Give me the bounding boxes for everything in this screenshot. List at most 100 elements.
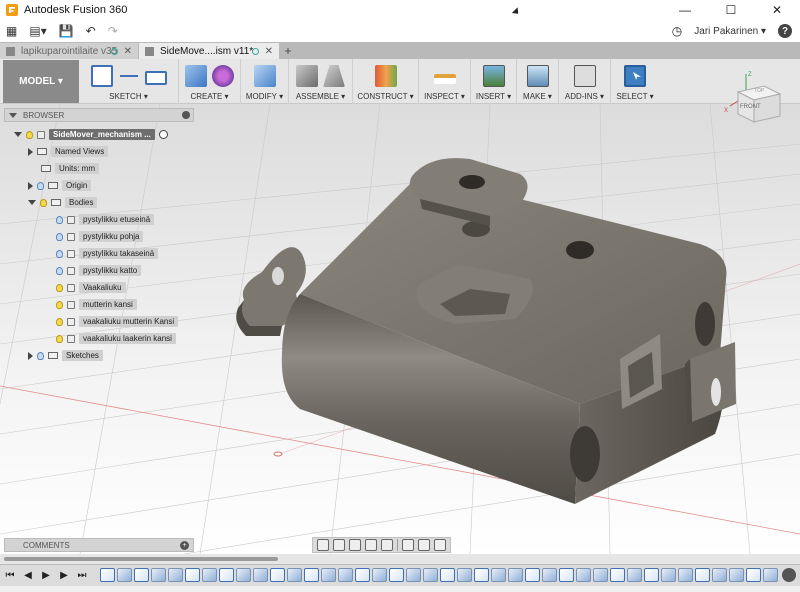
expand-icon[interactable] xyxy=(28,200,36,205)
offset-plane-icon[interactable] xyxy=(374,65,397,87)
form-icon[interactable] xyxy=(212,65,234,87)
timeline-feature[interactable] xyxy=(355,568,370,582)
timeline-feature[interactable] xyxy=(423,568,438,582)
visibility-bulb-icon[interactable] xyxy=(37,181,44,190)
modify-menu[interactable]: MODIFY ▾ xyxy=(246,92,283,101)
step-forward-icon[interactable]: ▶ xyxy=(56,568,72,584)
user-account-menu[interactable]: Jari Pakarinen ▾ xyxy=(694,26,766,37)
collapse-chevron-icon[interactable] xyxy=(9,112,17,118)
pan-hand-icon[interactable] xyxy=(349,539,361,551)
sketch-menu[interactable]: SKETCH ▾ xyxy=(109,92,148,101)
timeline-feature[interactable] xyxy=(457,568,472,582)
timeline-feature[interactable] xyxy=(406,568,421,582)
line-icon[interactable] xyxy=(118,65,140,87)
timeline-feature[interactable] xyxy=(729,568,744,582)
tree-origin[interactable]: Origin xyxy=(28,179,92,192)
timeline-feature[interactable] xyxy=(576,568,591,582)
save-button[interactable]: 💾 xyxy=(53,20,80,42)
comments-panel[interactable]: COMMENTS + xyxy=(4,538,194,552)
timeline-feature[interactable] xyxy=(236,568,251,582)
redo-button[interactable]: ↷ xyxy=(102,20,124,42)
timeline-feature[interactable] xyxy=(185,568,200,582)
tree-named-views[interactable]: Named Views xyxy=(28,145,109,158)
create-sketch-icon[interactable] xyxy=(90,65,113,87)
timeline-feature[interactable] xyxy=(525,568,540,582)
timeline-feature[interactable] xyxy=(661,568,676,582)
add-comment-icon[interactable]: + xyxy=(180,541,189,550)
orbit-icon[interactable] xyxy=(317,539,329,551)
extrude-icon[interactable] xyxy=(185,65,207,87)
timeline-feature[interactable] xyxy=(321,568,336,582)
visibility-bulb-icon[interactable] xyxy=(56,300,63,309)
add-ins-menu[interactable]: ADD-INS ▾ xyxy=(565,92,604,101)
insert-image-icon[interactable] xyxy=(482,65,505,87)
go-to-end-icon[interactable]: ⏭ xyxy=(74,568,90,584)
construct-menu[interactable]: CONSTRUCT ▾ xyxy=(357,92,413,101)
visibility-bulb-icon[interactable] xyxy=(56,266,63,275)
visibility-bulb-icon[interactable] xyxy=(56,334,63,343)
tree-body[interactable]: mutterin kansi xyxy=(56,298,137,311)
joint-icon[interactable] xyxy=(323,65,345,87)
timeline-scrollbar-thumb[interactable] xyxy=(4,557,278,561)
timeline-feature[interactable] xyxy=(678,568,693,582)
maximize-button[interactable]: ☐ xyxy=(708,0,754,20)
timeline-feature[interactable] xyxy=(627,568,642,582)
tree-root[interactable]: SideMover_mechanism ... xyxy=(14,128,168,141)
tree-body[interactable]: vaakaliuku laakerin kansi xyxy=(56,332,176,345)
timeline-feature[interactable] xyxy=(508,568,523,582)
activate-radio-icon[interactable] xyxy=(158,130,168,139)
tree-sketches[interactable]: Sketches xyxy=(28,349,103,362)
measure-icon[interactable] xyxy=(433,74,456,84)
play-icon[interactable]: ▶ xyxy=(38,568,54,584)
visibility-bulb-icon[interactable] xyxy=(56,283,63,292)
select-tool-icon[interactable] xyxy=(624,65,646,87)
timeline-feature[interactable] xyxy=(117,568,132,582)
tree-body[interactable]: Vaakaliuku xyxy=(56,281,126,294)
job-status-clock-icon[interactable]: ◷ xyxy=(672,24,682,38)
help-icon[interactable]: ? xyxy=(778,24,792,38)
timeline-feature[interactable] xyxy=(287,568,302,582)
file-menu-button[interactable]: ▤ ▾ xyxy=(23,20,52,42)
insert-menu[interactable]: INSERT ▾ xyxy=(476,92,511,101)
rectangle-icon[interactable] xyxy=(144,71,167,85)
timeline-feature[interactable] xyxy=(559,568,574,582)
timeline-feature[interactable] xyxy=(168,568,183,582)
timeline-feature[interactable] xyxy=(440,568,455,582)
timeline-feature[interactable] xyxy=(253,568,268,582)
minimize-button[interactable]: — xyxy=(662,0,708,20)
tree-body[interactable]: pystylikku takaseinä xyxy=(56,247,159,260)
timeline-feature[interactable] xyxy=(202,568,217,582)
timeline-feature[interactable] xyxy=(372,568,387,582)
scripts-add-ins-icon[interactable] xyxy=(573,65,596,87)
inspect-menu[interactable]: INSPECT ▾ xyxy=(424,92,465,101)
view-cube[interactable]: FRONT TOP Z X xyxy=(724,70,796,130)
timeline-feature[interactable] xyxy=(491,568,506,582)
go-to-start-icon[interactable]: ⏮ xyxy=(2,568,18,584)
timeline-feature[interactable] xyxy=(270,568,285,582)
timeline-feature[interactable] xyxy=(644,568,659,582)
timeline-feature[interactable] xyxy=(763,568,778,582)
visibility-bulb-icon[interactable] xyxy=(56,249,63,258)
timeline-feature[interactable] xyxy=(219,568,234,582)
visibility-bulb-icon[interactable] xyxy=(56,215,63,224)
new-tab-button[interactable]: + xyxy=(280,43,296,59)
select-menu[interactable]: SELECT ▾ xyxy=(616,92,653,101)
tree-units[interactable]: Units: mm xyxy=(41,162,99,175)
timeline-settings-gear-icon[interactable] xyxy=(782,568,796,582)
timeline-feature[interactable] xyxy=(610,568,625,582)
close-tab-icon[interactable]: ✕ xyxy=(265,46,273,57)
timeline-feature[interactable] xyxy=(746,568,761,582)
timeline-feature[interactable] xyxy=(151,568,166,582)
expand-icon[interactable] xyxy=(28,147,33,156)
step-back-icon[interactable]: ◀ xyxy=(20,568,36,584)
timeline-scroll-track[interactable] xyxy=(0,554,800,564)
viewports-icon[interactable] xyxy=(434,539,446,551)
expand-icon[interactable] xyxy=(28,181,33,190)
expand-icon[interactable] xyxy=(14,132,22,137)
tree-body[interactable]: pystylikku pohja xyxy=(56,230,144,243)
tab-sidemover[interactable]: SideMove....ism v11* ✕ xyxy=(139,43,279,59)
workspace-switcher[interactable]: MODEL ▾ xyxy=(3,60,79,103)
display-settings-icon[interactable] xyxy=(402,539,414,551)
timeline-feature[interactable] xyxy=(100,568,115,582)
body-main-block[interactable] xyxy=(281,174,727,504)
